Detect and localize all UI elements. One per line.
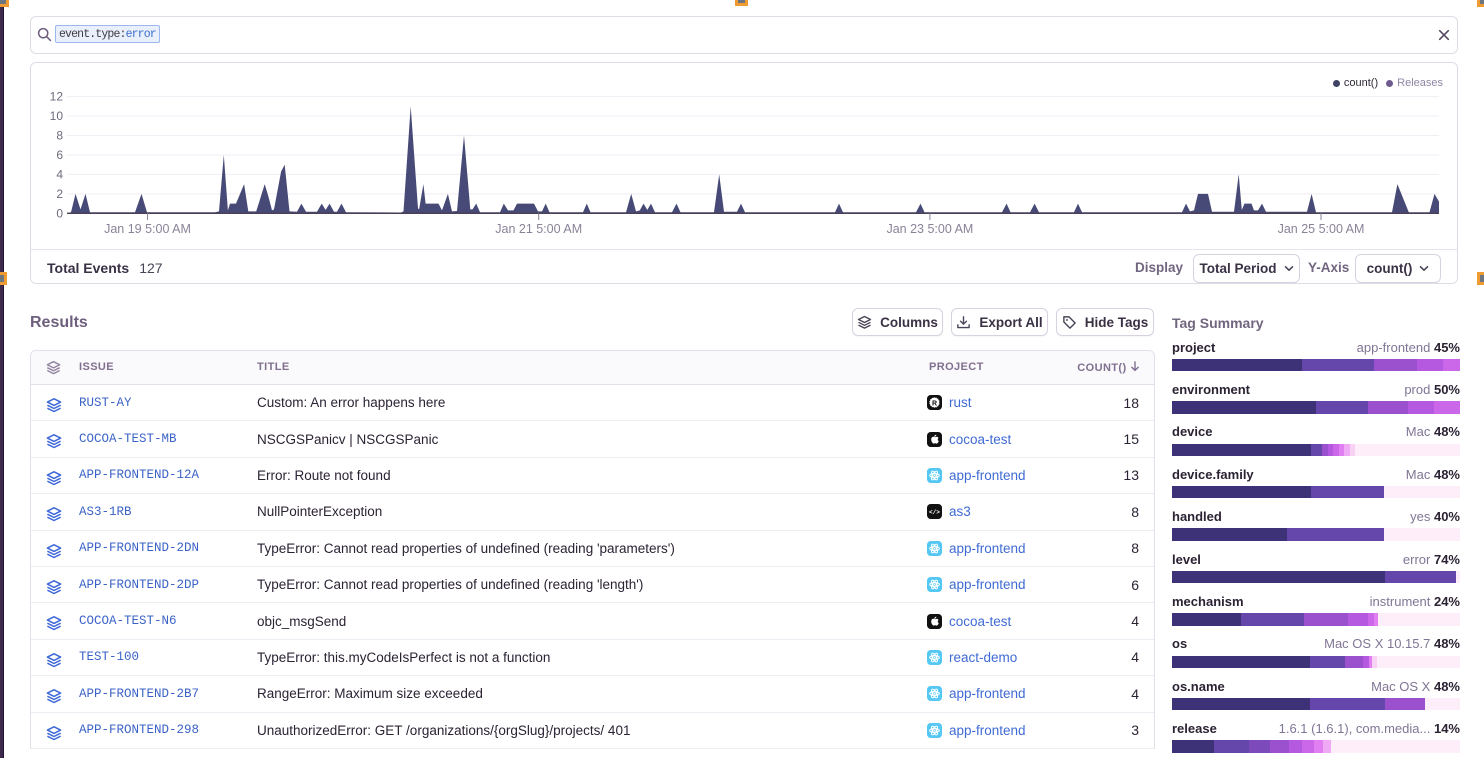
svg-text:Jan 25 5:00 AM: Jan 25 5:00 AM: [1278, 222, 1365, 236]
svg-text:Jan 19 5:00 AM: Jan 19 5:00 AM: [104, 222, 191, 236]
svg-text:2: 2: [56, 187, 63, 201]
svg-text:8: 8: [56, 129, 63, 143]
svg-text:</>: </>: [929, 509, 940, 516]
svg-text:Jan 21 5:00 AM: Jan 21 5:00 AM: [495, 222, 582, 236]
svg-text:12: 12: [50, 90, 64, 104]
svg-text:Jan 23 5:00 AM: Jan 23 5:00 AM: [886, 222, 973, 236]
svg-text:4: 4: [56, 167, 63, 181]
svg-text:0: 0: [56, 206, 63, 220]
svg-text:R: R: [932, 401, 937, 408]
svg-text:6: 6: [56, 148, 63, 162]
svg-text:10: 10: [50, 109, 64, 123]
